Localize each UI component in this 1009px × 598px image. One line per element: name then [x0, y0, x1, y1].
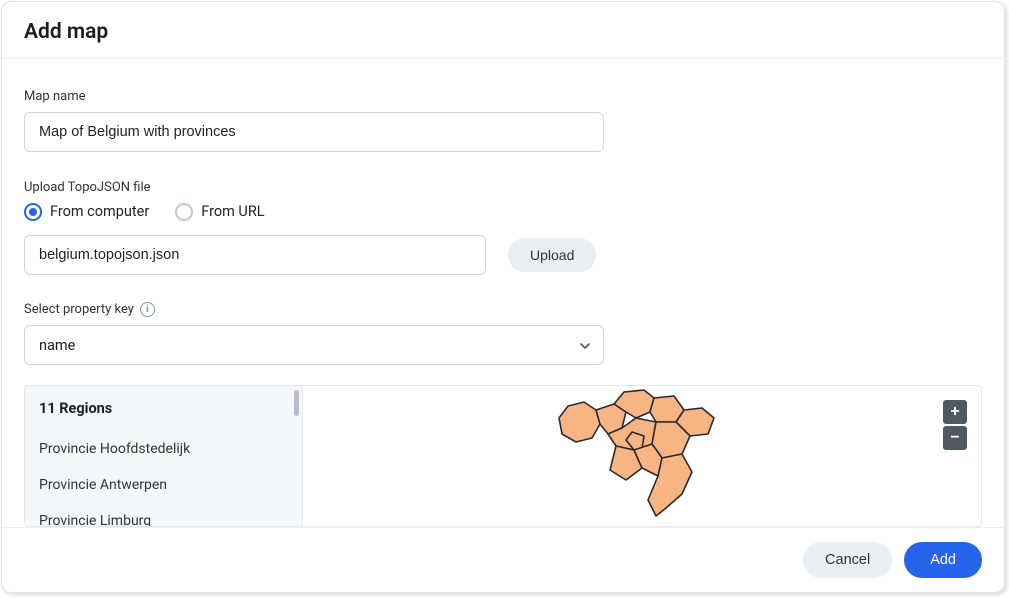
radio-from-url-label: From URL — [201, 203, 264, 220]
zoom-in-button[interactable]: + — [943, 400, 967, 424]
map-name-field: Map name — [24, 89, 982, 152]
dialog-title: Add map — [24, 20, 982, 44]
region-list[interactable]: 11 Regions Provincie Hoofdstedelijk Prov… — [25, 386, 303, 526]
region-count: 11 Regions — [39, 400, 288, 417]
add-button[interactable]: Add — [904, 542, 982, 578]
upload-label: Upload TopoJSON file — [24, 180, 982, 195]
preview-pane: 11 Regions Provincie Hoofdstedelijk Prov… — [24, 385, 982, 527]
property-key-select[interactable]: name — [24, 325, 604, 365]
radio-from-computer-label: From computer — [50, 203, 149, 220]
belgium-map-icon — [556, 388, 728, 524]
property-key-field: Select property key i name — [24, 302, 982, 365]
chevron-down-icon — [579, 339, 591, 351]
radio-from-url[interactable]: From URL — [175, 203, 264, 221]
upload-section: Upload TopoJSON file From computer From … — [24, 180, 982, 275]
upload-source-radio-group: From computer From URL — [24, 203, 982, 221]
map-preview[interactable]: + − — [303, 386, 981, 526]
property-key-label: Select property key i — [24, 302, 982, 317]
radio-from-computer[interactable]: From computer — [24, 203, 149, 221]
map-name-label: Map name — [24, 89, 982, 104]
file-name-input[interactable] — [24, 235, 486, 275]
zoom-controls: + − — [943, 400, 967, 450]
zoom-out-button[interactable]: − — [943, 426, 967, 450]
upload-button[interactable]: Upload — [508, 238, 596, 272]
radio-dot-icon — [24, 203, 42, 221]
map-name-input[interactable] — [24, 112, 604, 152]
scrollbar[interactable] — [294, 390, 299, 416]
property-key-label-text: Select property key — [24, 302, 134, 317]
info-icon[interactable]: i — [140, 302, 155, 317]
radio-dot-icon — [175, 203, 193, 221]
add-map-dialog: Add map Map name Upload TopoJSON file Fr… — [1, 1, 1005, 593]
dialog-header: Add map — [2, 2, 1004, 59]
list-item[interactable]: Provincie Limburg — [39, 503, 288, 527]
list-item[interactable]: Provincie Antwerpen — [39, 467, 288, 503]
cancel-button[interactable]: Cancel — [803, 542, 892, 578]
dialog-footer: Cancel Add — [2, 527, 1004, 592]
dialog-body: Map name Upload TopoJSON file From compu… — [2, 59, 1004, 527]
upload-row: Upload — [24, 235, 982, 275]
property-key-value: name — [39, 337, 75, 354]
list-item[interactable]: Provincie Hoofdstedelijk — [39, 431, 288, 467]
